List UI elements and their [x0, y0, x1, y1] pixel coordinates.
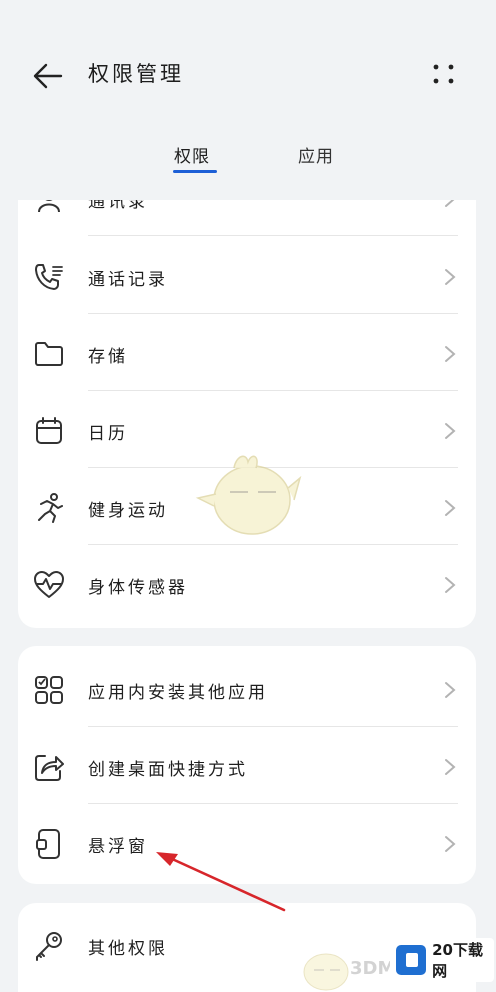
permission-label: 悬浮窗 — [88, 837, 148, 857]
permission-label: 创建桌面快捷方式 — [88, 760, 248, 780]
more-dots-icon — [433, 64, 454, 84]
permission-row-contacts[interactable]: 通讯录 — [18, 200, 476, 236]
chevron-right-icon — [445, 759, 456, 775]
permission-row-install-apps[interactable]: 应用内安装其他应用 — [18, 651, 476, 727]
chevron-right-icon — [445, 346, 456, 362]
row-divider — [88, 803, 458, 804]
folder-icon — [32, 337, 66, 371]
arrow-left-icon — [33, 63, 63, 89]
tab-permissions[interactable]: 权限 — [174, 142, 210, 167]
contacts-icon — [32, 200, 66, 216]
permission-row-body-sensors[interactable]: 身体传感器 — [18, 546, 476, 622]
mascot-watermark — [195, 455, 302, 535]
row-divider — [88, 390, 458, 391]
permission-label: 通讯录 — [88, 200, 148, 212]
chevron-right-icon — [445, 577, 456, 593]
annotation-arrow — [156, 852, 286, 912]
more-options-button[interactable] — [424, 58, 464, 90]
chevron-right-icon — [445, 836, 456, 852]
row-divider — [88, 235, 458, 236]
site-watermark: 20下载网 — [390, 938, 494, 982]
key-icon — [32, 929, 66, 963]
tab-apps[interactable]: 应用 — [298, 142, 334, 167]
row-divider — [88, 544, 458, 545]
floating-window-icon — [32, 827, 66, 861]
permission-label: 通话记录 — [88, 270, 168, 290]
active-tab-indicator — [173, 170, 217, 173]
permission-label: 存储 — [88, 347, 128, 367]
chevron-right-icon — [445, 682, 456, 698]
permission-row-storage[interactable]: 存储 — [18, 315, 476, 391]
chevron-right-icon — [445, 269, 456, 285]
permission-label: 应用内安装其他应用 — [88, 683, 268, 703]
tab-bar: 权限 应用 — [0, 136, 496, 184]
permission-label: 身体传感器 — [88, 578, 188, 598]
brand-watermark: 3DM — [350, 958, 396, 979]
call-log-icon — [32, 260, 66, 294]
chevron-right-icon — [445, 500, 456, 516]
permission-card-basic: 通讯录 通话记录 存储 日历 健身运动 身体传感器 — [18, 200, 476, 628]
permission-label: 日历 — [88, 424, 128, 444]
permission-label: 健身运动 — [88, 501, 168, 521]
site-logo-icon — [396, 945, 427, 975]
apps-grid-icon — [32, 673, 66, 707]
permission-label: 其他权限 — [88, 939, 168, 959]
row-divider — [88, 313, 458, 314]
app-header: 权限管理 — [0, 0, 496, 130]
back-button[interactable] — [26, 56, 70, 96]
chevron-right-icon — [445, 423, 456, 439]
shortcut-icon — [32, 750, 66, 784]
chevron-right-icon — [445, 200, 455, 207]
page-title: 权限管理 — [88, 62, 184, 86]
heart-rate-icon — [32, 568, 66, 602]
row-divider — [88, 726, 458, 727]
permission-row-create-shortcut[interactable]: 创建桌面快捷方式 — [18, 728, 476, 804]
calendar-icon — [32, 414, 66, 448]
site-name: 20下载网 — [432, 941, 483, 980]
permission-row-call-log[interactable]: 通话记录 — [18, 238, 476, 314]
running-icon — [32, 491, 66, 525]
